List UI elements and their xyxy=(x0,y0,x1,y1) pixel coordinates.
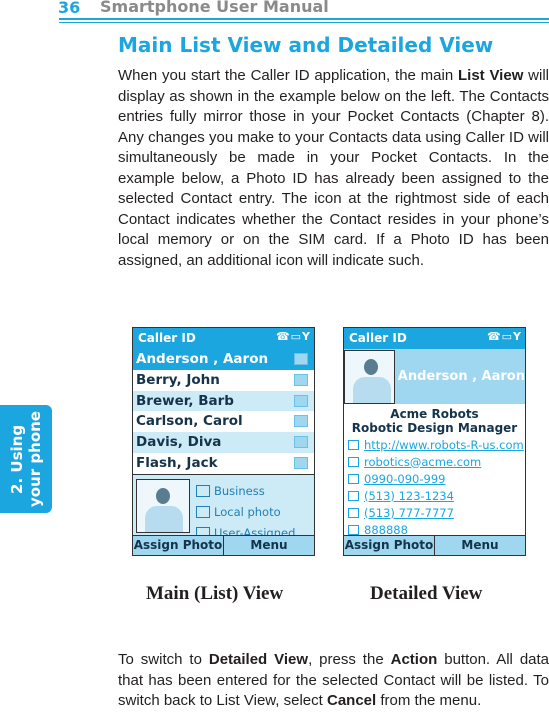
contact-row[interactable]: Brewer, Barb xyxy=(133,390,314,412)
group-icon xyxy=(196,484,210,497)
list-view-screenshot: Caller ID ☎▭Y Anderson , Aaron Berry, Joh… xyxy=(132,327,315,556)
house-icon xyxy=(348,507,359,518)
work-phone-link[interactable]: (513) 123-1234 xyxy=(344,487,525,504)
contact-card-icon xyxy=(294,394,308,407)
chapter-side-tab: 2. Using your phone xyxy=(0,405,52,513)
intro-paragraph: When you start the Caller ID application… xyxy=(118,67,549,269)
manual-title: Smartphone User Manual xyxy=(100,0,329,16)
car-icon xyxy=(348,524,359,535)
local-photo-icon xyxy=(196,505,210,518)
header-rule-thin xyxy=(59,22,549,23)
tab-line-2: your phone xyxy=(26,411,44,507)
globe-icon xyxy=(348,439,359,450)
status-icons: ☎▭Y xyxy=(486,330,522,343)
contact-header: Anderson , Aaron xyxy=(344,349,525,404)
contact-list: Anderson , Aaron Berry, John Brewer, Bar… xyxy=(133,349,314,474)
contact-row[interactable]: Anderson , Aaron xyxy=(133,349,314,370)
contact-card-icon xyxy=(294,436,308,449)
category-local-photo: Local photo xyxy=(196,500,295,521)
email-link[interactable]: robotics@acme.com xyxy=(344,453,525,470)
contact-card-icon xyxy=(294,415,308,428)
outro-paragraph: To switch to Detailed View, press the Ac… xyxy=(118,651,549,709)
caption-detailed-view: Detailed View xyxy=(370,583,483,604)
contact-row[interactable]: Carlson, Carol xyxy=(133,411,314,433)
contact-name: Anderson , Aaron xyxy=(397,369,525,384)
menu-softkey[interactable]: Menu xyxy=(224,536,314,555)
job-title: Robotic Design Manager xyxy=(351,421,518,435)
mobile-icon xyxy=(348,473,359,484)
assign-photo-softkey[interactable]: Assign Photo xyxy=(344,536,435,555)
company: Acme Robots xyxy=(390,407,479,421)
caption-list-view: Main (List) View xyxy=(146,583,284,604)
section-title: Main List View and Detailed View xyxy=(118,33,494,57)
web-link[interactable]: http://www.robots-R-us.com xyxy=(344,436,525,453)
contact-row[interactable]: Flash, Jack xyxy=(133,452,314,474)
contact-photo xyxy=(136,478,190,533)
assign-photo-softkey[interactable]: Assign Photo xyxy=(133,536,224,555)
title-bar: Caller ID ☎▭Y xyxy=(133,328,314,349)
status-icons: ☎▭Y xyxy=(275,330,311,343)
page-number: 36 xyxy=(58,0,81,17)
contact-card-icon xyxy=(294,353,308,365)
contact-row[interactable]: Davis, Diva xyxy=(133,432,314,453)
contact-photo xyxy=(344,349,395,404)
tab-line-1: 2. Using xyxy=(8,424,26,494)
category-business: Business xyxy=(196,479,295,500)
mobile-phone-link[interactable]: 0990-090-999 xyxy=(344,470,525,487)
envelope-icon xyxy=(348,456,359,467)
contact-card-icon xyxy=(294,373,308,386)
contact-card-icon xyxy=(294,456,308,469)
home-phone-link[interactable]: (513) 777-7777 xyxy=(344,504,525,521)
contact-row[interactable]: Berry, John xyxy=(133,369,314,391)
briefcase-icon xyxy=(348,490,359,501)
detailed-view-screenshot: Caller ID ☎▭Y Anderson , Aaron Acme Robot… xyxy=(343,327,526,556)
header-rule xyxy=(59,18,549,20)
title-bar: Caller ID ☎▭Y xyxy=(344,328,525,349)
menu-softkey[interactable]: Menu xyxy=(435,536,525,555)
